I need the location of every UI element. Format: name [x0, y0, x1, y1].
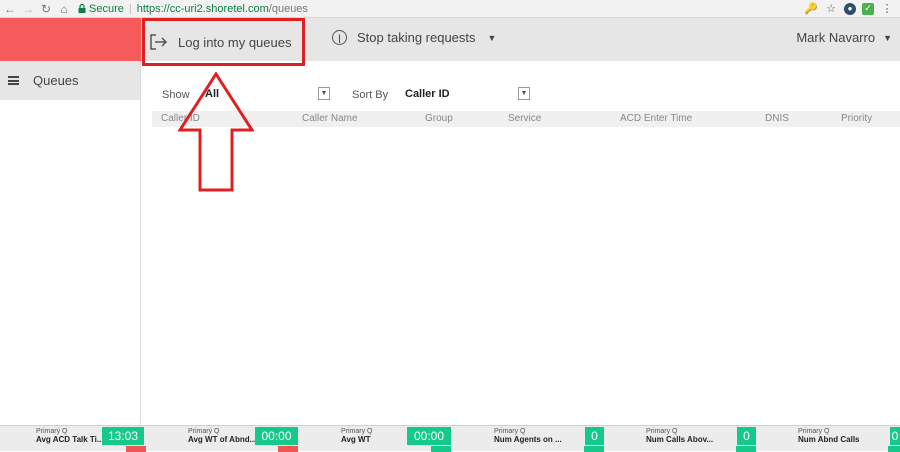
stat-value: 0 [737, 427, 756, 445]
extension-check-icon[interactable]: ✓ [862, 2, 874, 15]
address-bar[interactable]: https://cc-uri2.shoretel.com/queues [137, 3, 308, 15]
queue-table-header: Caller ID Caller Name Group Service ACD … [152, 111, 900, 127]
stat-value: 13:03 [102, 427, 144, 445]
sidebar: Queues [0, 61, 141, 425]
column-dnis[interactable]: DNIS [765, 113, 789, 124]
url-host: https://cc-uri2.shoretel.com [136, 2, 269, 15]
stat-title: Num Calls Abov... [646, 435, 714, 444]
power-icon: | [332, 30, 347, 45]
user-name: Mark Navarro [796, 30, 876, 45]
stat-tile[interactable]: Primary Q Avg WT of Abnd... 00:00 [188, 426, 298, 446]
lock-icon [78, 4, 86, 13]
reload-icon[interactable]: ↻ [38, 1, 54, 17]
column-service[interactable]: Service [508, 113, 541, 124]
stat-tile[interactable]: Primary Q Num Calls Abov... 0 [646, 426, 756, 446]
star-icon[interactable]: ☆ [824, 2, 838, 16]
user-menu[interactable]: Mark Navarro ▼ [796, 30, 892, 45]
stat-value: 0 [890, 427, 900, 445]
stat-tile[interactable]: Primary Q Avg ACD Talk Ti... 13:03 [36, 426, 146, 446]
sort-by-dropdown-icon[interactable]: ▼ [518, 87, 530, 100]
log-into-queues-label: Log into my queues [178, 34, 292, 50]
status-strip-green [584, 446, 604, 452]
back-icon[interactable]: ← [2, 1, 18, 17]
key-icon[interactable]: 🔑 [804, 2, 818, 16]
secure-label: Secure [89, 2, 124, 15]
stop-taking-requests-label: Stop taking requests [357, 30, 476, 45]
chevron-down-icon: ▼ [883, 32, 892, 43]
column-priority[interactable]: Priority [841, 113, 872, 124]
stat-title: Num Agents on ... [494, 435, 562, 444]
annotation-arrow [178, 72, 254, 192]
login-icon [150, 34, 168, 50]
show-dropdown-icon[interactable]: ▼ [318, 87, 330, 100]
stat-caption: Primary Q [341, 428, 373, 435]
forward-icon[interactable]: → [20, 1, 36, 17]
url-divider: | [128, 2, 132, 15]
status-strip-green [888, 446, 900, 452]
extension-shield-icon[interactable]: ● [844, 2, 856, 15]
status-strip-green [736, 446, 756, 452]
stop-taking-requests-button[interactable]: | Stop taking requests ▼ [332, 30, 496, 45]
stat-title: Avg ACD Talk Ti... [36, 435, 104, 444]
brand-block [0, 18, 141, 61]
menu-dots-icon[interactable]: ⋮ [880, 2, 894, 16]
stat-tile[interactable]: Primary Q Num Abnd Calls 0 [798, 426, 900, 446]
stat-title: Num Abnd Calls [798, 435, 860, 444]
stat-title: Avg WT of Abnd... [188, 435, 257, 444]
hamburger-icon [8, 76, 19, 85]
sidebar-item-queues[interactable]: Queues [0, 61, 140, 100]
stat-caption: Primary Q [36, 428, 68, 435]
stat-caption: Primary Q [798, 428, 830, 435]
stat-value: 0 [585, 427, 604, 445]
stat-value: 00:00 [407, 427, 451, 445]
chevron-down-icon: ▼ [487, 32, 497, 43]
status-strip-red [278, 446, 298, 452]
stat-title: Avg WT [341, 435, 371, 444]
stat-caption: Primary Q [494, 428, 526, 435]
column-caller-name[interactable]: Caller Name [302, 113, 358, 124]
stat-caption: Primary Q [646, 428, 678, 435]
log-into-queues-button[interactable]: Log into my queues [142, 18, 305, 66]
sort-by-select[interactable]: Caller ID [405, 88, 450, 100]
stat-tile[interactable]: Primary Q Avg WT 00:00 [341, 426, 451, 446]
column-acd-enter-time[interactable]: ACD Enter Time [620, 113, 692, 124]
browser-toolbar: ← → ↻ ⌂ Secure | https://cc-uri2.shorete… [0, 0, 900, 18]
status-strip-green [431, 446, 451, 452]
home-icon[interactable]: ⌂ [56, 1, 72, 17]
stat-caption: Primary Q [188, 428, 220, 435]
stat-value: 00:00 [255, 427, 298, 445]
queue-stats-bar: Primary Q Avg ACD Talk Ti... 13:03 Prima… [0, 425, 900, 452]
url-path: /queues [268, 2, 308, 15]
status-strip-red [126, 446, 146, 452]
secure-indicator[interactable]: Secure [78, 3, 124, 15]
stat-tile[interactable]: Primary Q Num Agents on ... 0 [494, 426, 604, 446]
sort-by-label: Sort By [352, 89, 389, 101]
column-group[interactable]: Group [425, 113, 453, 124]
sidebar-item-label: Queues [33, 73, 79, 88]
